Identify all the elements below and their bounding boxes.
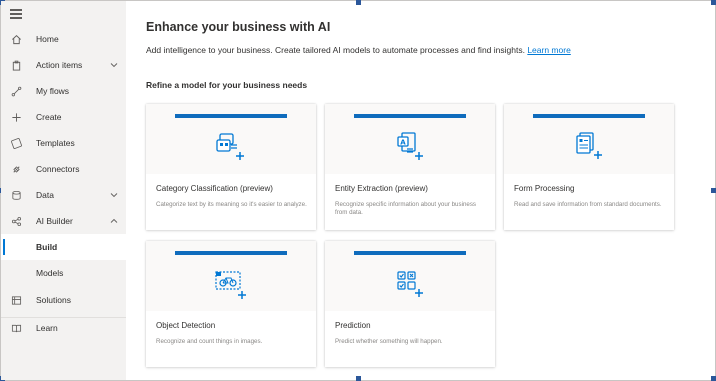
card-prediction[interactable]: Prediction Predict whether something wil… bbox=[325, 241, 495, 367]
sidebar-item-build[interactable]: Build bbox=[1, 234, 126, 260]
card-accent-bar bbox=[175, 114, 287, 118]
card-accent-bar bbox=[354, 251, 466, 255]
book-icon bbox=[10, 322, 22, 334]
card-title: Entity Extraction (preview) bbox=[335, 184, 428, 193]
card-description: Predict whether something will happen. bbox=[335, 338, 443, 345]
sidebar-item-label: Action items bbox=[36, 60, 83, 70]
card-header bbox=[146, 104, 316, 174]
sidebar-item-data[interactable]: Data bbox=[1, 182, 126, 208]
sidebar-item-label: Build bbox=[36, 242, 58, 252]
card-entity-extraction[interactable]: A Entity Extraction (preview) Recognize … bbox=[325, 104, 495, 230]
sidebar-item-label: Models bbox=[36, 268, 64, 278]
sidebar-item-solutions[interactable]: Solutions bbox=[1, 287, 126, 313]
card-header: A bbox=[325, 104, 495, 174]
sidebar-item-models[interactable]: Models bbox=[1, 260, 126, 286]
card-title: Form Processing bbox=[514, 184, 575, 193]
card-description: Read and save information from standard … bbox=[514, 201, 662, 208]
templates-icon bbox=[10, 137, 22, 149]
sidebar-item-label: Connectors bbox=[36, 164, 80, 174]
database-icon bbox=[10, 189, 22, 201]
card-description: Recognize and count things in images. bbox=[156, 338, 263, 345]
card-title: Category Classification (preview) bbox=[156, 184, 273, 193]
card-header bbox=[146, 241, 316, 311]
card-description: Categorize text by its meaning so it's e… bbox=[156, 201, 307, 208]
card-title: Prediction bbox=[335, 321, 371, 330]
card-description: Recognize specific information about you… bbox=[335, 201, 477, 216]
card-header bbox=[325, 241, 495, 311]
page-subtitle: Add intelligence to your business. Creat… bbox=[146, 45, 571, 55]
sidebar-item-label: Solutions bbox=[36, 295, 71, 305]
sidebar-item-learn[interactable]: Learn bbox=[1, 315, 126, 341]
subtitle-text: Add intelligence to your business. Creat… bbox=[146, 45, 525, 55]
svg-text:A: A bbox=[400, 139, 406, 147]
card-accent-bar bbox=[354, 114, 466, 118]
ai-builder-icon bbox=[10, 215, 22, 227]
sidebar-item-templates[interactable]: Templates bbox=[1, 130, 126, 156]
chevron-down-icon[interactable] bbox=[110, 191, 118, 199]
card-title: Object Detection bbox=[156, 321, 216, 330]
card-object-detection[interactable]: Object Detection Recognize and count thi… bbox=[146, 241, 316, 367]
sidebar-item-home[interactable]: Home bbox=[1, 26, 126, 52]
sidebar-item-label: My flows bbox=[36, 86, 70, 96]
main-content: Enhance your business with AI Add intell… bbox=[127, 1, 715, 380]
sidebar-item-label: Create bbox=[36, 112, 62, 122]
sidebar-item-label: Home bbox=[36, 34, 59, 44]
hamburger-menu-icon[interactable] bbox=[10, 9, 22, 19]
sidebar-item-label: Learn bbox=[36, 323, 58, 333]
sidebar-item-action-items[interactable]: Action items bbox=[1, 52, 126, 78]
sidebar-item-connectors[interactable]: Connectors bbox=[1, 156, 126, 182]
solutions-icon bbox=[10, 294, 22, 306]
sidebar-item-create[interactable]: Create bbox=[1, 104, 126, 130]
plug-icon bbox=[10, 163, 22, 175]
page-title: Enhance your business with AI bbox=[146, 20, 331, 34]
sidebar-item-my-flows[interactable]: My flows bbox=[1, 78, 126, 104]
chevron-up-icon[interactable] bbox=[110, 217, 118, 225]
card-accent-bar bbox=[533, 114, 645, 118]
learn-more-link[interactable]: Learn more bbox=[527, 45, 570, 55]
sidebar-item-ai-builder[interactable]: AI Builder bbox=[1, 208, 126, 234]
sidebar: Home Action items My flows Create Templa… bbox=[1, 1, 126, 380]
category-classification-icon bbox=[216, 133, 244, 160]
card-form-processing[interactable]: Form Processing Read and save informatio… bbox=[504, 104, 674, 230]
sidebar-item-label: AI Builder bbox=[36, 216, 73, 226]
entity-extraction-icon: A bbox=[397, 132, 423, 160]
section-title: Refine a model for your business needs bbox=[146, 80, 308, 90]
prediction-icon bbox=[397, 271, 423, 297]
card-category-classification[interactable]: Category Classification (preview) Catego… bbox=[146, 104, 316, 230]
sidebar-item-label: Data bbox=[36, 190, 54, 200]
card-header bbox=[504, 104, 674, 174]
home-icon bbox=[10, 33, 22, 45]
clipboard-icon bbox=[10, 59, 22, 71]
sidebar-item-label: Templates bbox=[36, 138, 75, 148]
plus-icon bbox=[10, 111, 22, 123]
form-processing-icon bbox=[576, 132, 602, 159]
flow-icon bbox=[10, 85, 22, 97]
object-detection-icon bbox=[215, 271, 246, 299]
card-accent-bar bbox=[175, 251, 287, 255]
chevron-down-icon[interactable] bbox=[110, 61, 118, 69]
